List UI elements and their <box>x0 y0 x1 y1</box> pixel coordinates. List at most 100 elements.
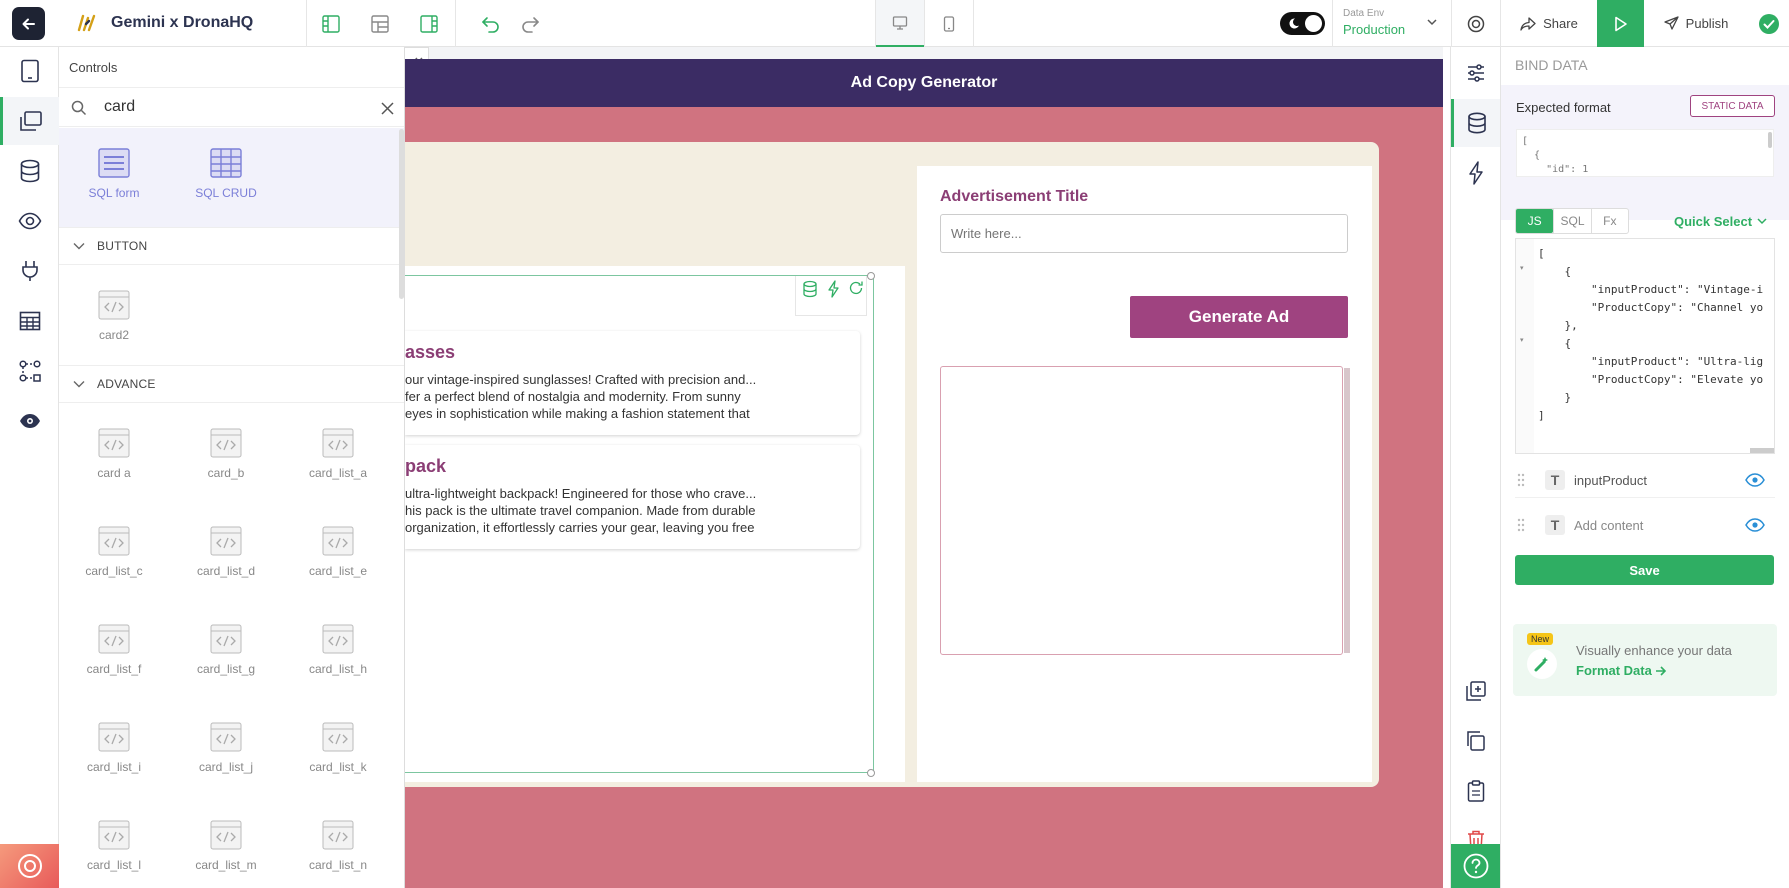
actions-tab[interactable] <box>1451 149 1500 197</box>
settings-button[interactable] <box>1452 0 1500 47</box>
control-label: card_list_e <box>308 564 368 578</box>
rail-preview[interactable] <box>0 197 59 245</box>
item-title: asses <box>405 342 456 362</box>
bind-data-tab[interactable] <box>1451 99 1500 147</box>
eye-icon <box>18 212 41 230</box>
add-content-input[interactable]: Add content <box>1574 518 1643 533</box>
mobile-view-button[interactable] <box>925 0 973 47</box>
control-tile[interactable]: card_list_a <box>283 428 393 480</box>
control-tile[interactable]: card_list_f <box>59 624 169 676</box>
field-row[interactable]: T inputProduct <box>1515 462 1775 498</box>
rail-connectors[interactable] <box>0 247 59 295</box>
rail-visibility[interactable] <box>0 397 59 445</box>
control-tile[interactable]: card_list_l <box>59 820 169 872</box>
field-row[interactable]: T Add content <box>1515 507 1775 543</box>
drag-handle-icon[interactable] <box>1517 518 1525 532</box>
save-button[interactable]: Save <box>1515 555 1774 585</box>
control-sql-form[interactable]: SQL form <box>59 148 169 200</box>
generate-ad-button[interactable]: Generate Ad <box>1130 296 1348 338</box>
section-button-header[interactable]: BUTTON <box>59 227 404 265</box>
mode-tabs: JS SQL Fx <box>1515 208 1629 234</box>
add-control-button[interactable] <box>1451 667 1500 715</box>
output-scrollbar[interactable] <box>1344 368 1350 653</box>
static-data-button[interactable]: STATIC DATA <box>1690 95 1775 117</box>
list-item[interactable]: pack ultra-lightweight backpack! Enginee… <box>405 445 860 549</box>
rail-workflows[interactable] <box>0 347 59 395</box>
code-line: "inputProduct": "Vintage-i <box>1538 283 1764 296</box>
refresh-icon[interactable] <box>848 280 864 296</box>
control-tile[interactable]: card_list_n <box>283 820 393 872</box>
rail-data[interactable] <box>0 147 59 195</box>
layout-top-button[interactable] <box>361 0 399 47</box>
controls-scrollbar[interactable] <box>399 129 404 299</box>
right-icon-column <box>1450 47 1501 888</box>
format-data-promo[interactable]: New Visually enhance your data Format Da… <box>1513 624 1777 696</box>
preview-button[interactable] <box>1597 0 1644 47</box>
publish-button[interactable]: Publish <box>1644 0 1748 47</box>
list-container[interactable]: asses our vintage-inspired sunglasses! C… <box>405 272 875 777</box>
list-item[interactable]: asses our vintage-inspired sunglasses! C… <box>405 331 860 435</box>
control-label: card_list_k <box>309 760 367 774</box>
drag-handle-icon[interactable] <box>1517 473 1525 487</box>
control-tile[interactable]: card_b <box>171 428 281 480</box>
control-tile[interactable]: card_list_k <box>283 722 393 774</box>
item-title: pack <box>405 456 447 476</box>
paste-button[interactable] <box>1451 767 1500 815</box>
control-label: card_list_d <box>196 564 256 578</box>
lightning-icon[interactable] <box>827 280 840 298</box>
control-tile[interactable]: card_list_m <box>171 820 281 872</box>
control-tile[interactable]: card_list_g <box>171 624 281 676</box>
control-tile[interactable]: card_list_c <box>59 526 169 578</box>
redo-button[interactable] <box>513 0 547 47</box>
desktop-view-button[interactable] <box>876 0 924 47</box>
item-line: his pack is the ultimate travel companio… <box>405 503 756 518</box>
ad-title-input[interactable] <box>940 214 1348 253</box>
control-sql-crud[interactable]: SQL CRUD <box>171 148 281 200</box>
quick-select-dropdown[interactable]: Quick Select <box>1674 208 1767 234</box>
control-card2[interactable]: card2 <box>59 290 169 342</box>
section-advance-header[interactable]: ADVANCE <box>59 365 404 403</box>
duplicate-button[interactable] <box>1451 717 1500 765</box>
search-box[interactable]: card <box>59 87 404 127</box>
resize-handle[interactable] <box>867 272 875 280</box>
help-button[interactable] <box>1451 844 1500 888</box>
layout-left-button[interactable] <box>312 0 350 47</box>
format-preview: [ { "id": 1 <box>1516 129 1774 177</box>
layout-right-button[interactable] <box>410 0 448 47</box>
close-icon[interactable] <box>381 102 394 115</box>
tab-fx[interactable]: Fx <box>1590 209 1628 233</box>
check-circle-icon <box>1758 13 1779 34</box>
rail-screens[interactable] <box>0 47 59 95</box>
code-editor[interactable]: ▾ ▾ [ { "inputProduct": "Vintage-i "Prod… <box>1515 238 1775 454</box>
eye-icon[interactable] <box>1745 473 1765 487</box>
properties-tab[interactable] <box>1451 49 1500 97</box>
control-tile[interactable]: card_list_d <box>171 526 281 578</box>
tab-sql[interactable]: SQL <box>1553 209 1590 233</box>
fold-icon[interactable]: ▾ <box>1520 264 1524 272</box>
editor-hscroll[interactable] <box>1750 448 1774 453</box>
fold-icon[interactable]: ▾ <box>1520 336 1524 344</box>
data-env-select[interactable]: Production <box>1343 19 1437 40</box>
share-button[interactable]: Share <box>1501 0 1597 47</box>
support-button[interactable] <box>0 844 59 888</box>
promo-link: Format Data <box>1576 663 1652 678</box>
back-button[interactable] <box>12 7 45 40</box>
rail-tables[interactable] <box>0 297 59 345</box>
control-tile[interactable]: card_list_j <box>171 722 281 774</box>
resize-handle[interactable] <box>867 769 875 777</box>
tab-js[interactable]: JS <box>1516 209 1554 233</box>
rail-controls[interactable] <box>0 97 59 145</box>
database-icon[interactable] <box>802 280 818 298</box>
output-textarea[interactable] <box>940 366 1343 655</box>
control-tile[interactable]: card a <box>59 428 169 480</box>
theme-toggle[interactable] <box>1280 12 1325 35</box>
format-data-link[interactable]: Format Data <box>1576 663 1667 678</box>
screen-header: Ad Copy Generator <box>405 59 1443 107</box>
code-block-icon <box>98 624 130 654</box>
control-tile[interactable]: card_list_h <box>283 624 393 676</box>
control-tile[interactable]: card_list_i <box>59 722 169 774</box>
eye-icon[interactable] <box>1745 518 1765 532</box>
search-input[interactable]: card <box>104 98 135 116</box>
undo-button[interactable] <box>474 0 508 47</box>
control-tile[interactable]: card_list_e <box>283 526 393 578</box>
